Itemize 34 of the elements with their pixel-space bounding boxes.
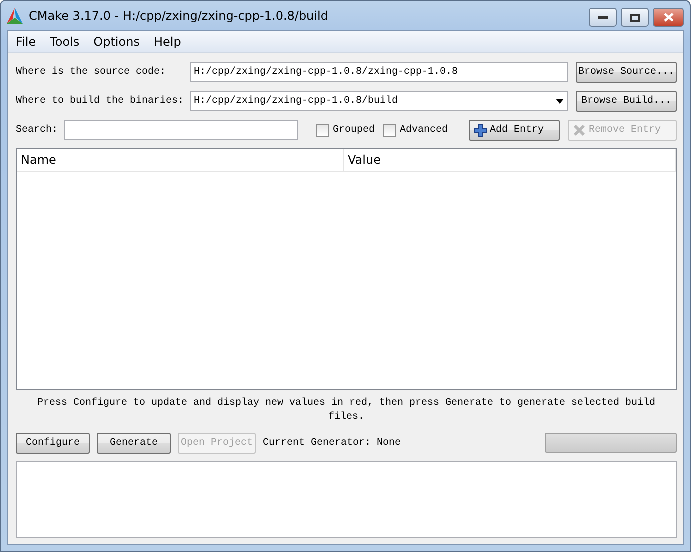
generator-label: Current Generator: None: [263, 438, 402, 448]
menu-item[interactable]: File: [10, 34, 44, 48]
action-button[interactable]: Generate: [97, 432, 171, 454]
search-field[interactable]: [64, 120, 298, 140]
plus-icon: [474, 124, 487, 136]
instruction-text: Press Configure to update and display new values in red, then press Generate to generate selected build files.: [36, 397, 657, 425]
action-button[interactable]: Configure: [16, 432, 90, 454]
maximize-button[interactable]: [621, 8, 649, 27]
source-path-field[interactable]: H:/cpp/zxing/zxing-cpp-1.0.8/zxing-cpp-1.0.8: [190, 62, 568, 82]
checkbox-label: Advanced: [400, 124, 448, 136]
field-label: Where to build the binaries:: [16, 96, 186, 106]
menu-item[interactable]: Help: [148, 34, 190, 48]
window-title: CMake 3.17.0 - H:/cpp/zxing/zxing-cpp-1.0.8/build: [29, 8, 330, 22]
dropdown-arrow-icon: [556, 98, 564, 104]
maximize-icon: [630, 14, 640, 22]
cmake-logo-icon: [7, 8, 23, 24]
checkbox[interactable]: [383, 124, 396, 136]
build-path-combobox[interactable]: H:/cpp/zxing/zxing-cpp-1.0.8/build: [190, 91, 568, 111]
close-icon: [664, 13, 674, 22]
minimize-icon: [598, 16, 608, 20]
browse-button[interactable]: Browse Build...: [576, 90, 677, 112]
field-label: Where is the source code:: [16, 66, 168, 78]
search-label: Search:: [16, 124, 60, 136]
column-header[interactable]: Value: [344, 149, 676, 171]
x-icon: [573, 124, 586, 136]
browse-button[interactable]: Browse Source...: [576, 62, 677, 82]
minimize-button[interactable]: [589, 8, 617, 27]
checkbox-label: Grouped: [333, 124, 376, 136]
add-entry-button[interactable]: Add Entry: [469, 120, 560, 140]
menu-item[interactable]: Options: [88, 34, 148, 48]
close-button[interactable]: [653, 8, 684, 27]
column-header[interactable]: Name: [17, 149, 344, 171]
menu-item[interactable]: Tools: [44, 34, 88, 48]
checkbox[interactable]: [316, 124, 329, 136]
